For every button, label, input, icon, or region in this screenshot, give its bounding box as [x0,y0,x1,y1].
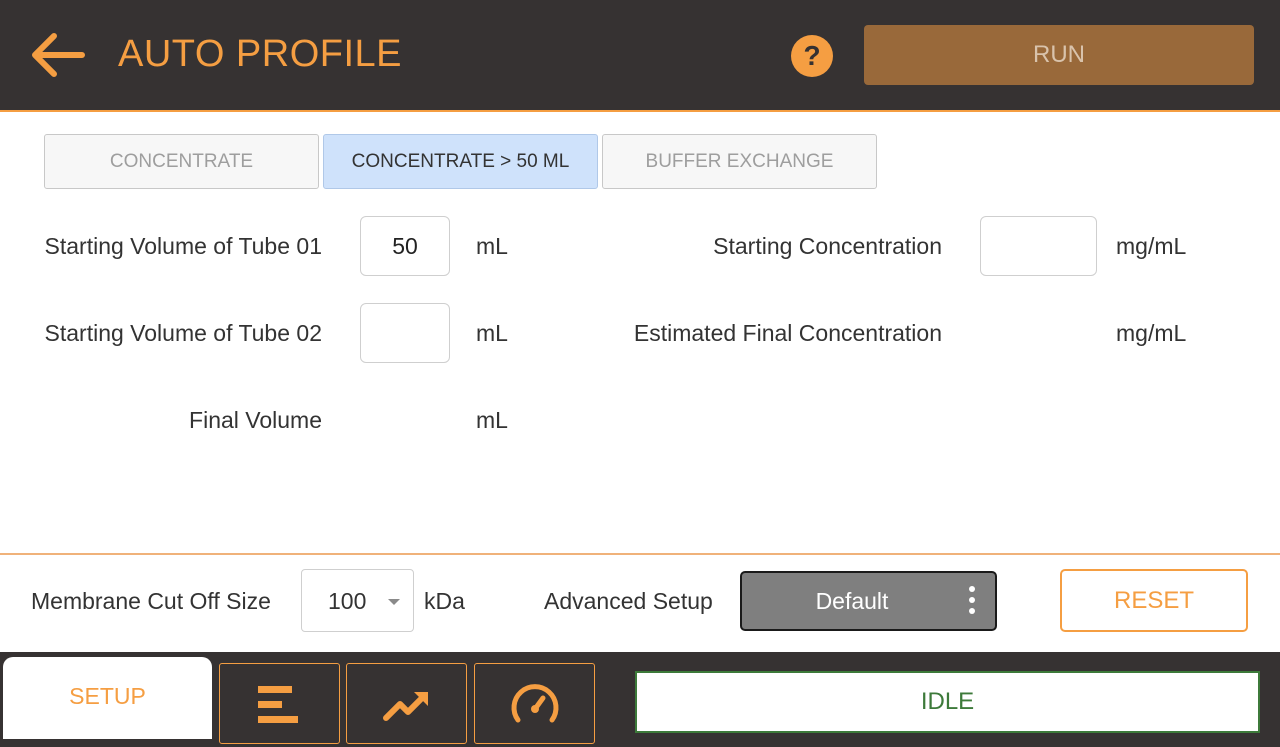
estimated-final-concentration-unit: mg/mL [1116,320,1187,346]
trend-up-icon [383,692,428,721]
final-volume-label: Final Volume [189,407,322,433]
tab-setup[interactable]: SETUP [3,657,212,739]
membrane-cutoff-value: 100 [328,588,367,614]
tab-concentrate[interactable]: CONCENTRATE [44,134,319,189]
final-volume-unit: mL [476,407,508,433]
tube02-unit: mL [476,320,508,346]
tab-list[interactable] [219,663,340,744]
tab-buffer-exchange[interactable]: BUFFER EXCHANGE [602,134,877,189]
advanced-setup-button[interactable]: Default [740,571,997,631]
tab-trend[interactable] [346,663,467,744]
run-button[interactable]: RUN [864,25,1254,85]
advanced-setup-value: Default [815,588,889,614]
starting-concentration-input[interactable] [980,216,1097,276]
gauge-icon [511,684,559,723]
tube01-label: Starting Volume of Tube 01 [44,233,322,259]
help-button[interactable]: ? [791,35,833,77]
page-title: AUTO PROFILE [118,33,403,75]
section-divider [0,553,1280,555]
tube02-volume-input[interactable] [360,303,450,363]
advanced-setup-label: Advanced Setup [544,588,713,614]
list-icon [258,686,298,723]
tab-gauge[interactable] [474,663,595,744]
membrane-cutoff-label: Membrane Cut Off Size [31,588,271,614]
status-indicator: IDLE [635,671,1260,733]
back-button[interactable] [26,28,90,82]
tab-concentrate-50ml[interactable]: CONCENTRATE > 50 ML [323,134,598,189]
tube01-unit: mL [476,233,508,259]
app-header: AUTO PROFILE ? RUN [0,0,1280,112]
membrane-cutoff-select[interactable]: 100 [301,569,414,632]
starting-concentration-unit: mg/mL [1116,233,1187,259]
estimated-final-concentration-label: Estimated Final Concentration [633,320,942,346]
membrane-cutoff-unit: kDa [424,588,465,614]
arrow-left-icon [32,33,85,77]
chevron-down-icon [388,599,400,605]
reset-button[interactable]: RESET [1060,569,1248,632]
tube02-label: Starting Volume of Tube 02 [44,320,322,346]
more-vertical-icon[interactable] [967,586,977,618]
tube01-volume-input[interactable]: 50 [360,216,450,276]
starting-concentration-label: Starting Concentration [713,233,942,259]
